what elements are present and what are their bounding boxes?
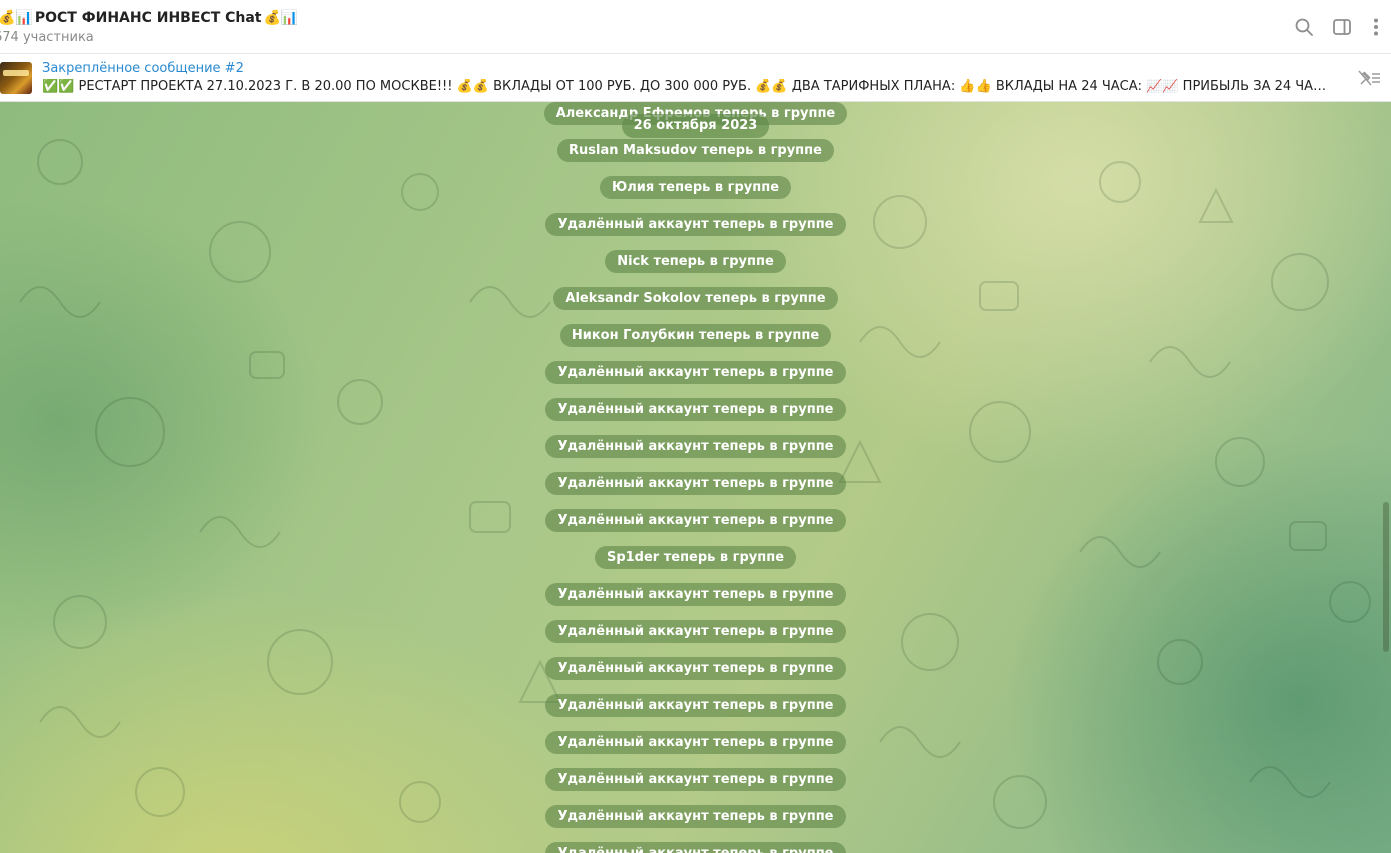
service-message: Удалённый аккаунт теперь в группе: [0, 509, 1391, 532]
unpin-button[interactable]: [1353, 64, 1383, 92]
service-message-text: Aleksandr Sokolov теперь в группе: [553, 287, 838, 310]
service-message-text: Удалённый аккаунт теперь в группе: [545, 361, 846, 384]
service-message: Юлия теперь в группе: [0, 176, 1391, 199]
header-actions: [1285, 0, 1391, 54]
sidebar-toggle-icon: [1333, 19, 1351, 35]
service-message: Никон Голубкин теперь в группе: [0, 324, 1391, 347]
service-message-text: Удалённый аккаунт теперь в группе: [545, 694, 846, 717]
pinned-message-thumbnail: [0, 62, 32, 94]
service-message: Удалённый аккаунт теперь в группе: [0, 694, 1391, 717]
service-message-text: Удалённый аккаунт теперь в группе: [545, 842, 846, 853]
sidebar-toggle-button[interactable]: [1323, 8, 1361, 46]
search-button[interactable]: [1285, 8, 1323, 46]
date-divider-label: 26 октября 2023: [621, 114, 770, 138]
service-message-list: Александр Ефремов теперь в группеRuslan …: [0, 102, 1391, 853]
date-divider: 26 октября 2023: [0, 114, 1391, 138]
service-message: Nick теперь в группе: [0, 250, 1391, 273]
search-icon: [1295, 18, 1313, 36]
service-message: Удалённый аккаунт теперь в группе: [0, 361, 1391, 384]
service-message-text: Удалённый аккаунт теперь в группе: [545, 731, 846, 754]
unpin-icon: [1358, 70, 1380, 86]
service-message: Удалённый аккаунт теперь в группе: [0, 398, 1391, 421]
service-message-text: Nick теперь в группе: [605, 250, 786, 273]
member-count[interactable]: 674 участника: [0, 30, 94, 45]
service-message: Удалённый аккаунт теперь в группе: [0, 472, 1391, 495]
service-message: Удалённый аккаунт теперь в группе: [0, 842, 1391, 853]
service-message: Удалённый аккаунт теперь в группе: [0, 805, 1391, 828]
service-message: Ruslan Maksudov теперь в группе: [0, 139, 1391, 162]
pinned-message-bar[interactable]: Закреплённое сообщение #2 ✅✅ РЕСТАРТ ПРО…: [0, 54, 1391, 102]
service-message-text: Удалённый аккаунт теперь в группе: [545, 435, 846, 458]
service-message-text: Удалённый аккаунт теперь в группе: [545, 398, 846, 421]
chat-scrollbar[interactable]: [1383, 502, 1389, 652]
service-message: Удалённый аккаунт теперь в группе: [0, 731, 1391, 754]
service-message: Удалённый аккаунт теперь в группе: [0, 435, 1391, 458]
service-message-text: Удалённый аккаунт теперь в группе: [545, 509, 846, 532]
service-message-text: Ruslan Maksudov теперь в группе: [557, 139, 834, 162]
service-message-text: Удалённый аккаунт теперь в группе: [545, 472, 846, 495]
service-message: Удалённый аккаунт теперь в группе: [0, 583, 1391, 606]
service-message: Aleksandr Sokolov теперь в группе: [0, 287, 1391, 310]
more-menu-button[interactable]: [1361, 8, 1391, 46]
service-message: Удалённый аккаунт теперь в группе: [0, 620, 1391, 643]
service-message-text: Удалённый аккаунт теперь в группе: [545, 657, 846, 680]
service-message-text: Удалённый аккаунт теперь в группе: [545, 768, 846, 791]
service-message-text: Удалённый аккаунт теперь в группе: [545, 213, 846, 236]
chat-title-text: РОСТ ФИНАНС ИНВЕСТ Chat: [34, 10, 262, 26]
service-message-text: Sp1der теперь в группе: [594, 546, 797, 569]
service-message-text: Никон Голубкин теперь в группе: [559, 324, 832, 347]
service-message: Удалённый аккаунт теперь в группе: [0, 213, 1391, 236]
pinned-message-title: Закреплённое сообщение #2: [42, 61, 244, 76]
service-message: Sp1der теперь в группе: [0, 546, 1391, 569]
title-prefix-emoji: 💰📊: [0, 10, 33, 26]
service-message-text: Удалённый аккаунт теперь в группе: [545, 620, 846, 643]
telegram-chat-window: 💰📊 РОСТ ФИНАНС ИНВЕСТ Chat 💰📊 674 участн…: [0, 0, 1391, 853]
more-vertical-icon: [1374, 18, 1378, 36]
chat-title[interactable]: 💰📊 РОСТ ФИНАНС ИНВЕСТ Chat 💰📊: [0, 8, 300, 28]
title-suffix-emoji: 💰📊: [263, 10, 299, 26]
service-message-text: Удалённый аккаунт теперь в группе: [545, 805, 846, 828]
service-message-text: Удалённый аккаунт теперь в группе: [545, 583, 846, 606]
pinned-message-text: ✅✅ РЕСТАРТ ПРОЕКТА 27.10.2023 Г. В 20.00…: [42, 79, 1332, 94]
service-message: Удалённый аккаунт теперь в группе: [0, 768, 1391, 791]
service-message: Удалённый аккаунт теперь в группе: [0, 657, 1391, 680]
chat-message-area[interactable]: Александр Ефремов теперь в группеRuslan …: [0, 102, 1391, 853]
chat-header: 💰📊 РОСТ ФИНАНС ИНВЕСТ Chat 💰📊 674 участн…: [0, 0, 1391, 54]
service-message-text: Юлия теперь в группе: [599, 176, 792, 199]
